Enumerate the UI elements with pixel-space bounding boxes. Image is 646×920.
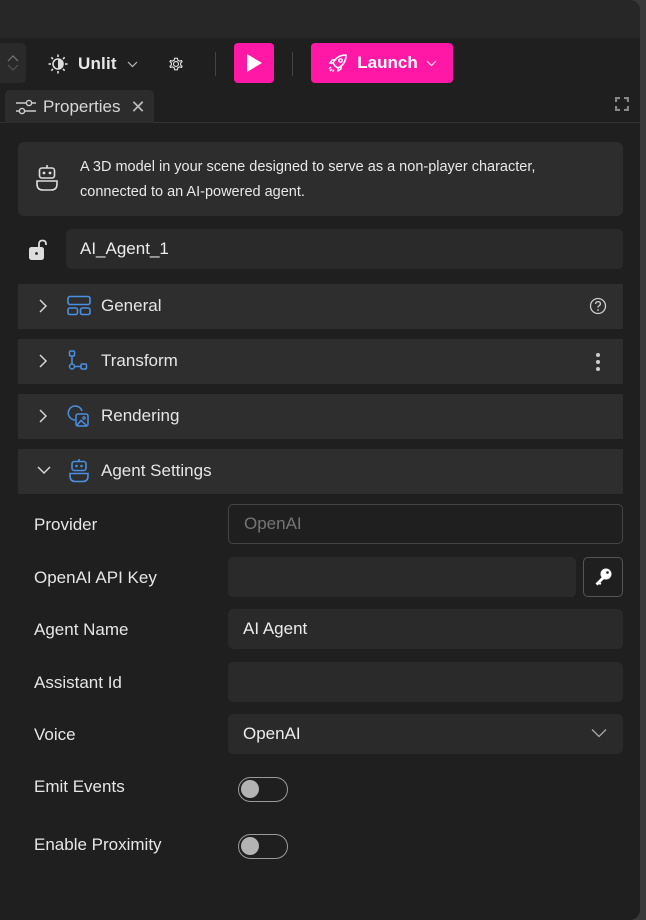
chevron-right-icon [39, 409, 47, 423]
chevron-right-icon [39, 354, 47, 368]
chevron-right-icon [39, 299, 47, 313]
chevron-down-icon [426, 60, 437, 66]
more-vertical-icon[interactable] [589, 352, 607, 372]
provider-label: Provider [34, 515, 98, 534]
section-label: Rendering [101, 406, 180, 425]
rocket-icon [328, 54, 348, 73]
chevron-down-icon [37, 466, 51, 474]
launch-label: Launch [357, 53, 418, 72]
toggle-knob [241, 780, 259, 798]
api-key-input[interactable] [228, 557, 576, 597]
api-key-label: OpenAI API Key [34, 568, 157, 587]
toggle-knob [241, 837, 259, 855]
assistant-id-label: Assistant Id [34, 673, 122, 692]
object-name-input[interactable] [66, 229, 623, 269]
lock-toggle[interactable] [26, 238, 50, 267]
play-icon [247, 54, 262, 72]
assistant-id-input[interactable] [228, 662, 623, 702]
help-icon[interactable] [589, 297, 607, 315]
section-label: Agent Settings [101, 461, 212, 480]
section-general[interactable]: General [18, 284, 623, 329]
settings-button[interactable] [164, 52, 188, 76]
chevron-down-icon [127, 61, 138, 67]
tab-label: Properties [43, 96, 121, 116]
title-bar [0, 0, 640, 38]
provider-input[interactable] [228, 504, 623, 544]
properties-window: Unlit Launch Properties ✕ A 3D model in … [0, 0, 640, 920]
tab-bar: Properties ✕ [0, 90, 640, 123]
section-transform[interactable]: Transform [18, 339, 623, 384]
emit-events-toggle[interactable] [238, 777, 288, 802]
enable-proximity-label: Enable Proximity [34, 835, 162, 854]
key-icon [595, 568, 612, 586]
transform-nodes-icon [68, 350, 88, 370]
description-text: A 3D model in your scene designed to ser… [80, 159, 536, 200]
agent-name-label: Agent Name [34, 620, 129, 639]
api-key-button[interactable] [583, 557, 623, 597]
gear-icon [169, 57, 183, 71]
launch-button[interactable]: Launch [311, 43, 453, 83]
brightness-icon [48, 54, 68, 74]
robot-icon [69, 459, 89, 483]
close-tab-icon[interactable]: ✕ [130, 98, 145, 116]
lighting-mode-label: Unlit [78, 54, 117, 73]
description-card: A 3D model in your scene designed to ser… [18, 142, 623, 216]
maximize-button[interactable] [614, 96, 630, 112]
chevron-up-icon[interactable] [7, 55, 19, 62]
lighting-mode-dropdown[interactable]: Unlit [48, 50, 138, 78]
unlock-icon [29, 239, 47, 260]
panel-stepper[interactable] [0, 43, 26, 83]
maximize-icon [615, 97, 629, 111]
toolbar-divider [292, 52, 293, 76]
tab-properties[interactable]: Properties ✕ [5, 90, 154, 123]
agent-name-input[interactable] [228, 609, 623, 649]
layout-icon [67, 295, 91, 316]
section-label: General [101, 296, 162, 315]
window-edge [640, 0, 646, 920]
voice-label: Voice [34, 725, 76, 744]
enable-proximity-toggle[interactable] [238, 834, 288, 859]
chevron-down-icon[interactable] [7, 64, 19, 71]
voice-select[interactable]: OpenAI [228, 714, 623, 754]
section-agent-settings[interactable]: Agent Settings [18, 449, 623, 494]
play-button[interactable] [234, 43, 274, 83]
chevron-down-icon [591, 729, 607, 738]
emit-events-label: Emit Events [34, 777, 125, 796]
toolbar-divider [215, 52, 216, 76]
voice-selected-value: OpenAI [243, 724, 301, 743]
section-label: Transform [101, 351, 178, 370]
robot-icon [36, 165, 58, 191]
sliders-icon [16, 99, 36, 114]
section-rendering[interactable]: Rendering [18, 394, 623, 439]
rendering-image-icon [67, 405, 89, 427]
